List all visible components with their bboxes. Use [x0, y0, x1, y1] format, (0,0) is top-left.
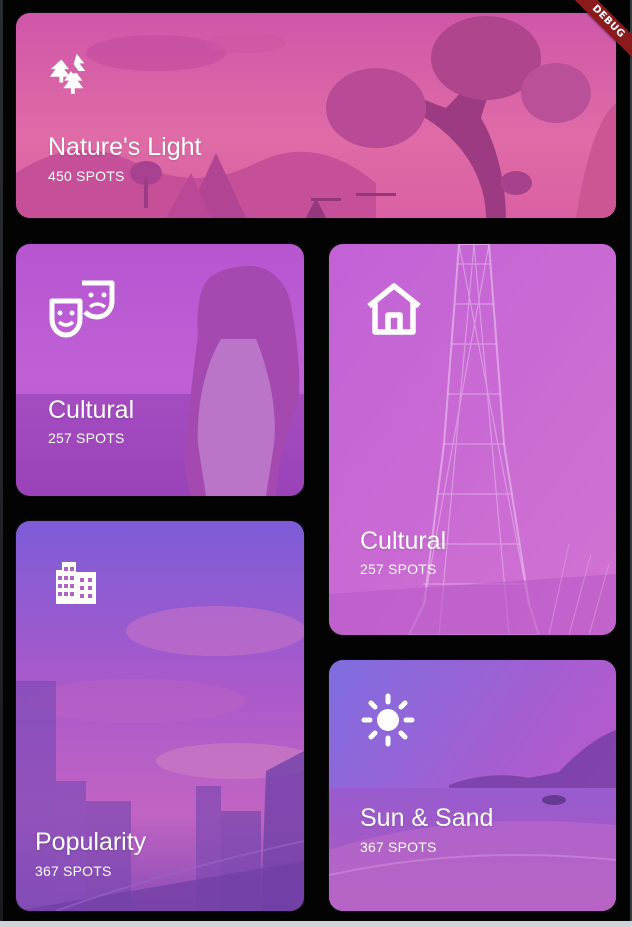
app-screen: Nature's Light 450 SPOTS Cultural 257 SP…: [0, 0, 632, 927]
city-buildings-icon: [54, 558, 98, 604]
home-icon: [365, 282, 423, 336]
category-card-popularity[interactable]: Popularity 367 SPOTS: [16, 521, 304, 911]
category-card-natures-light[interactable]: Nature's Light 450 SPOTS: [16, 13, 616, 218]
card-title: Popularity: [35, 828, 147, 856]
category-card-sun-sand[interactable]: Sun & Sand 367 SPOTS: [329, 660, 616, 911]
card-spot-count: 257 SPOTS: [360, 561, 437, 577]
theater-masks-icon: [48, 277, 116, 339]
card-spot-count: 450 SPOTS: [48, 168, 125, 184]
forest-icon: [46, 48, 92, 94]
card-spot-count: 367 SPOTS: [35, 863, 112, 879]
card-spot-count: 367 SPOTS: [360, 839, 437, 855]
card-title: Cultural: [360, 527, 447, 555]
card-title: Cultural: [48, 396, 135, 424]
card-title: Nature's Light: [48, 133, 202, 161]
card-spot-count: 257 SPOTS: [48, 430, 125, 446]
category-card-cultural-right[interactable]: Cultural 257 SPOTS: [329, 244, 616, 635]
sun-icon: [361, 693, 415, 747]
card-title: Sun & Sand: [360, 804, 494, 832]
window-left-edge: [0, 0, 3, 927]
category-card-cultural-left[interactable]: Cultural 257 SPOTS: [16, 244, 304, 496]
window-bottom-edge: [0, 921, 632, 927]
